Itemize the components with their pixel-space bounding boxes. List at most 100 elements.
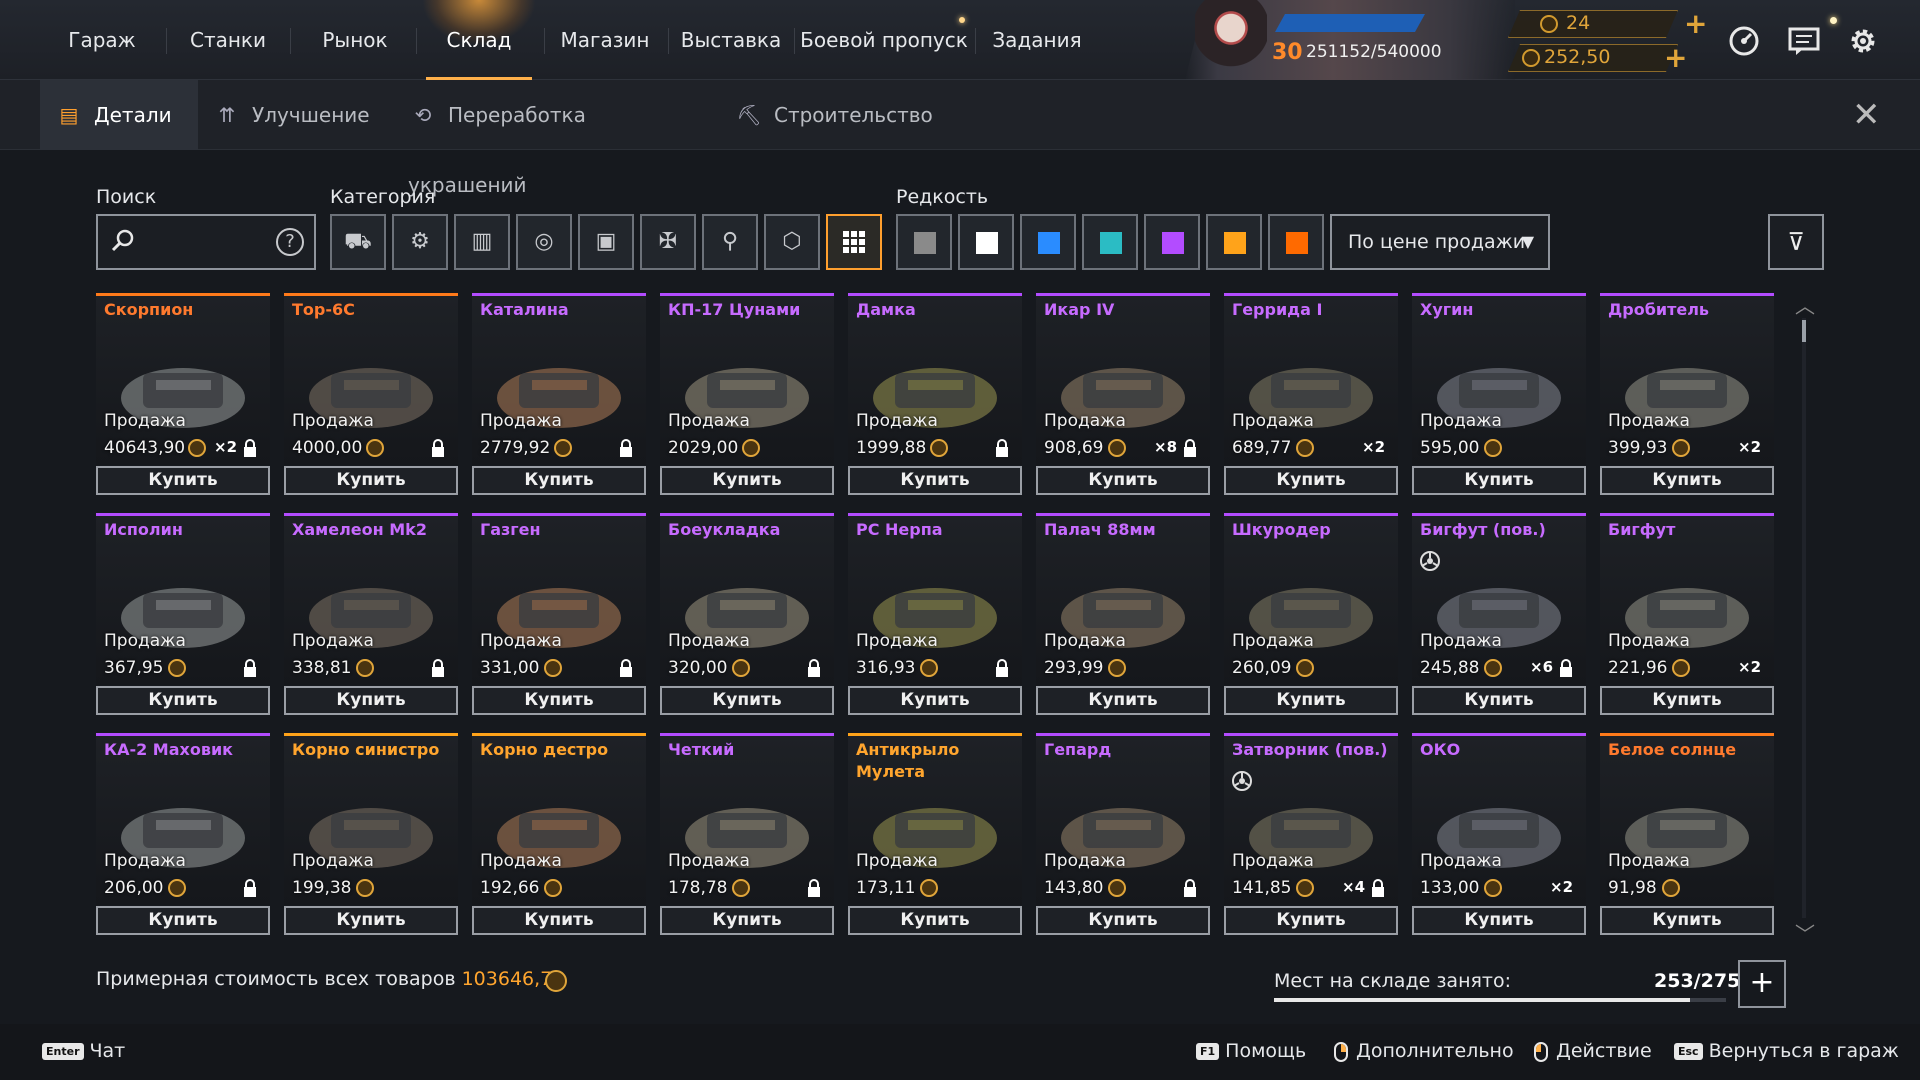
category-decor[interactable]: ✠ xyxy=(640,214,696,270)
item-card[interactable]: Белое солнце Продажа 91,98 Купить xyxy=(1600,733,1774,935)
scroll-down-icon[interactable]: ﹀ xyxy=(1795,918,1815,947)
buy-button[interactable]: Купить xyxy=(1600,466,1774,495)
buy-button[interactable]: Купить xyxy=(472,466,646,495)
gear-icon[interactable] xyxy=(1846,24,1880,58)
speedometer-icon[interactable] xyxy=(1727,24,1761,58)
rarity-special[interactable] xyxy=(1082,214,1138,270)
item-card[interactable]: Дробитель Продажа 399,93 ×2 Купить xyxy=(1600,293,1774,495)
item-card[interactable]: ОКО Продажа 133,00 ×2 Купить xyxy=(1412,733,1586,935)
buy-button[interactable]: Купить xyxy=(96,686,270,715)
item-card[interactable]: КА-2 Маховик Продажа 206,00 Купить xyxy=(96,733,270,935)
item-card[interactable]: Бигфут (пов.) Продажа 245,88 ×6 Купить xyxy=(1412,513,1586,715)
item-card[interactable]: Исполин Продажа 367,95 Купить xyxy=(96,513,270,715)
category-paint[interactable]: ⚲ xyxy=(702,214,758,270)
category-frames[interactable]: ▣ xyxy=(578,214,634,270)
buy-button[interactable]: Купить xyxy=(848,466,1022,495)
buy-button[interactable]: Купить xyxy=(284,466,458,495)
nav-tasks[interactable]: Задания xyxy=(986,0,1088,80)
category-wheels[interactable]: ◎ xyxy=(516,214,572,270)
buy-button[interactable]: Купить xyxy=(660,466,834,495)
item-card[interactable]: Палач 88мм Продажа 293,99 Купить xyxy=(1036,513,1210,715)
item-card[interactable]: Четкий Продажа 178,78 Купить xyxy=(660,733,834,935)
buy-button[interactable]: Купить xyxy=(1600,686,1774,715)
buy-button[interactable]: Купить xyxy=(472,906,646,935)
more-hint[interactable]: Дополнительно xyxy=(1334,1040,1514,1062)
action-hint[interactable]: Действие xyxy=(1534,1040,1652,1062)
item-card[interactable]: КП-17 Цунами Продажа 2029,00 Купить xyxy=(660,293,834,495)
buy-button[interactable]: Купить xyxy=(284,686,458,715)
item-card[interactable]: Антикрыло Мулета Продажа 173,11 Купить xyxy=(848,733,1022,935)
category-hardware[interactable]: ⬡ xyxy=(764,214,820,270)
nav-exhibition[interactable]: Выставка xyxy=(678,0,784,80)
scroll-up-icon[interactable]: ︿ xyxy=(1795,290,1815,319)
buy-button[interactable]: Купить xyxy=(848,906,1022,935)
item-card[interactable]: Каталина Продажа 2779,92 Купить xyxy=(472,293,646,495)
tab-parts[interactable]: ▤ Детали xyxy=(40,80,198,150)
avatar[interactable] xyxy=(1195,0,1267,80)
tab-construction[interactable]: ⛏ Строительство xyxy=(734,80,934,150)
item-card[interactable]: Газген Продажа 331,00 Купить xyxy=(472,513,646,715)
buy-button[interactable]: Купить xyxy=(660,686,834,715)
item-card[interactable]: Боеукладка Продажа 320,00 Купить xyxy=(660,513,834,715)
buy-button[interactable]: Купить xyxy=(1412,686,1586,715)
close-icon[interactable]: ✕ xyxy=(1852,98,1881,132)
rarity-relic[interactable] xyxy=(1268,214,1324,270)
item-card[interactable]: Затворник (пов.) Продажа 141,85 ×4 Купить xyxy=(1224,733,1398,935)
filter-reset-icon[interactable]: ⊽ xyxy=(1768,214,1824,270)
item-card[interactable]: Корно дестро Продажа 192,66 Купить xyxy=(472,733,646,935)
nav-storage[interactable]: Склад xyxy=(420,0,538,80)
buy-button[interactable]: Купить xyxy=(1224,466,1398,495)
search-input[interactable]: ? xyxy=(96,214,316,270)
sort-dropdown[interactable]: По цене продажи ▼ xyxy=(1330,214,1550,270)
item-card[interactable]: Дамка Продажа 1999,88 Купить xyxy=(848,293,1022,495)
nav-garage[interactable]: Гараж xyxy=(48,0,156,80)
expand-storage-button[interactable]: + xyxy=(1738,960,1786,1008)
help-icon[interactable]: ? xyxy=(276,228,304,256)
nav-market[interactable]: Рынок xyxy=(300,0,410,80)
item-card[interactable]: Тор-6С Продажа 4000,00 Купить xyxy=(284,293,458,495)
add-coins-button[interactable]: + xyxy=(1664,44,1687,72)
rarity-rare[interactable] xyxy=(1020,214,1076,270)
item-card[interactable]: Скорпион Продажа 40643,90 ×2 Купить xyxy=(96,293,270,495)
category-modules[interactable]: ▥ xyxy=(454,214,510,270)
item-card[interactable]: Хугин Продажа 595,00 Купить xyxy=(1412,293,1586,495)
messages-icon[interactable] xyxy=(1787,24,1821,58)
buy-button[interactable]: Купить xyxy=(1224,906,1398,935)
item-card[interactable]: Бигфут Продажа 221,96 ×2 Купить xyxy=(1600,513,1774,715)
rarity-common[interactable] xyxy=(896,214,952,270)
item-card[interactable]: Гепард Продажа 143,80 Купить xyxy=(1036,733,1210,935)
help-hint[interactable]: F1 Помощь xyxy=(1196,1040,1306,1062)
rarity-ordinary[interactable] xyxy=(958,214,1014,270)
add-coupons-button[interactable]: + xyxy=(1684,10,1707,38)
category-weapons[interactable]: ⚙ xyxy=(392,214,448,270)
nav-shop[interactable]: Магазин xyxy=(552,0,658,80)
buy-button[interactable]: Купить xyxy=(1600,906,1774,935)
item-card[interactable]: Шкуродер Продажа 260,09 Купить xyxy=(1224,513,1398,715)
nav-workbenches[interactable]: Станки xyxy=(176,0,280,80)
buy-button[interactable]: Купить xyxy=(1036,906,1210,935)
item-card[interactable]: Геррида I Продажа 689,77 ×2 Купить xyxy=(1224,293,1398,495)
category-cabins[interactable]: ⛟ xyxy=(330,214,386,270)
item-card[interactable]: Хамелеон Mk2 Продажа 338,81 Купить xyxy=(284,513,458,715)
nav-battle-pass[interactable]: Боевой пропуск xyxy=(800,0,968,80)
buy-button[interactable]: Купить xyxy=(848,686,1022,715)
item-card[interactable]: РС Нерпа Продажа 316,93 Купить xyxy=(848,513,1022,715)
rarity-epic[interactable] xyxy=(1144,214,1200,270)
buy-button[interactable]: Купить xyxy=(1412,466,1586,495)
buy-button[interactable]: Купить xyxy=(1036,466,1210,495)
buy-button[interactable]: Купить xyxy=(284,906,458,935)
scrollbar-thumb[interactable] xyxy=(1802,320,1806,342)
tab-upgrade[interactable]: ⇈ Улучшение xyxy=(212,80,372,150)
tab-decor-recycling[interactable]: ⟲ Переработка украшений xyxy=(408,80,698,197)
buy-button[interactable]: Купить xyxy=(1036,686,1210,715)
item-card[interactable]: Корно синистро Продажа 199,38 Купить xyxy=(284,733,458,935)
buy-button[interactable]: Купить xyxy=(96,906,270,935)
buy-button[interactable]: Купить xyxy=(96,466,270,495)
chat-hint[interactable]: Enter Чат xyxy=(42,1040,125,1062)
back-hint[interactable]: Esc Вернуться в гараж xyxy=(1674,1040,1899,1062)
buy-button[interactable]: Купить xyxy=(1412,906,1586,935)
scrollbar-track[interactable] xyxy=(1802,318,1806,918)
item-card[interactable]: Икар IV Продажа 908,69 ×8 Купить xyxy=(1036,293,1210,495)
buy-button[interactable]: Купить xyxy=(660,906,834,935)
rarity-legendary[interactable] xyxy=(1206,214,1262,270)
